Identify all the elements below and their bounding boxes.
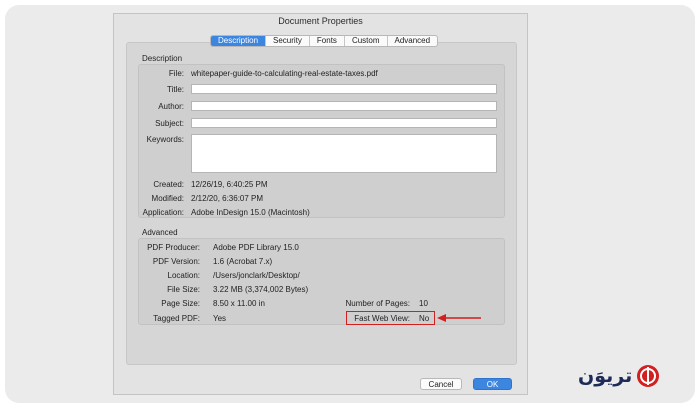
ok-button[interactable]: OK	[473, 378, 512, 390]
tab-advanced[interactable]: Advanced	[386, 36, 438, 46]
file-value: whitepaper-guide-to-calculating-real-est…	[191, 69, 378, 78]
modified-label: Modified:	[151, 194, 184, 203]
dialog-title: Document Properties	[278, 16, 363, 26]
file-size-label: File Size:	[167, 285, 200, 294]
subject-label: Subject:	[155, 119, 184, 128]
author-label: Author:	[158, 102, 184, 111]
brand-emblem-icon	[637, 365, 660, 387]
cancel-button[interactable]: Cancel	[420, 378, 462, 390]
file-size-value: 3.22 MB (3,374,002 Bytes)	[213, 285, 309, 294]
tagged-pdf-label: Tagged PDF:	[153, 314, 200, 323]
advanced-section-label: Advanced	[142, 228, 178, 237]
tab-security[interactable]: Security	[265, 36, 309, 46]
fast-web-view-value: No	[419, 314, 430, 323]
pdf-version-value: 1.6 (Acrobat 7.x)	[213, 257, 273, 266]
application-label: Application:	[142, 208, 184, 217]
page-size-value: 8.50 x 11.00 in	[213, 299, 265, 308]
keywords-label: Keywords:	[146, 135, 184, 144]
description-section-label: Description	[142, 54, 183, 63]
subject-field[interactable]	[191, 118, 497, 128]
location-label: Location:	[167, 271, 200, 280]
tab-description[interactable]: Description	[211, 36, 266, 46]
created-label: Created:	[153, 180, 184, 189]
page-size-label: Page Size:	[161, 299, 200, 308]
number-of-pages-label: Number of Pages:	[345, 299, 410, 308]
title-field[interactable]	[191, 84, 497, 94]
author-field[interactable]	[191, 101, 497, 111]
application-value: Adobe InDesign 15.0 (Macintosh)	[191, 208, 310, 217]
pdf-producer-value: Adobe PDF Library 15.0	[213, 243, 299, 252]
brand-logo-text: تریوَن	[578, 365, 633, 387]
annotation-arrow-icon	[437, 314, 481, 322]
pdf-producer-label: PDF Producer:	[147, 243, 200, 252]
title-label: Title:	[166, 85, 184, 94]
modified-value: 2/12/20, 6:36:07 PM	[191, 194, 264, 203]
pdf-version-label: PDF Version:	[152, 257, 200, 266]
tab-custom[interactable]: Custom	[343, 36, 387, 46]
file-label: File:	[168, 69, 184, 78]
location-value: /Users/jonclark/Desktop/	[213, 271, 300, 280]
created-value: 12/26/19, 6:40:25 PM	[191, 180, 268, 189]
fast-web-view-label: Fast Web View:	[354, 314, 410, 323]
brand-logo: تریوَن	[578, 364, 660, 388]
tagged-pdf-value: Yes	[213, 314, 227, 323]
tab-fonts[interactable]: Fonts	[308, 36, 344, 46]
number-of-pages-value: 10	[419, 299, 428, 308]
document-properties-dialog: Document Properties Description Security…	[113, 13, 528, 395]
keywords-field[interactable]	[191, 134, 497, 173]
tab-bar: Description Security Fonts Custom Advanc…	[210, 35, 439, 47]
